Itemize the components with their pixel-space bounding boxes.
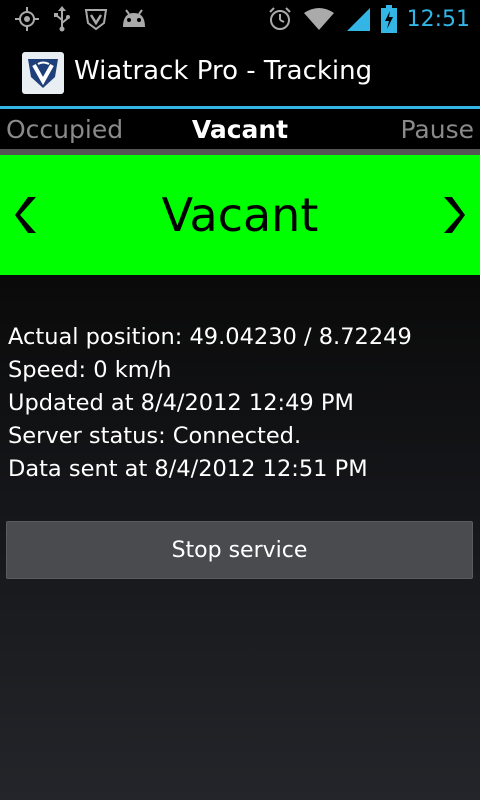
status-banner-label: Vacant	[161, 188, 319, 242]
status-bar: 12:51	[0, 0, 480, 38]
usb-icon	[52, 6, 72, 32]
action-bar: Wiatrack Pro - Tracking	[0, 38, 480, 107]
chevron-right-icon[interactable]	[438, 193, 468, 237]
tracking-info: Actual position: 49.04230 / 8.72249 Spee…	[8, 321, 412, 486]
android-debug-icon	[120, 7, 148, 31]
battery-charging-icon	[380, 5, 397, 33]
page-title: Wiatrack Pro - Tracking	[74, 56, 373, 86]
wiatrack-app-icon[interactable]	[22, 52, 64, 94]
signal-icon	[345, 6, 371, 32]
stop-service-button[interactable]: Stop service	[6, 521, 473, 579]
chevron-left-icon[interactable]	[12, 193, 42, 237]
updated-at-text: Updated at 8/4/2012 12:49 PM	[8, 390, 354, 416]
gps-icon	[14, 6, 40, 32]
tracking-content: Actual position: 49.04230 / 8.72249 Spee…	[0, 275, 480, 800]
wifi-icon	[303, 7, 335, 31]
wiatrack-notification-icon	[84, 7, 108, 31]
status-bar-system: 12:51	[267, 4, 470, 34]
tab-pause[interactable]: Pause	[400, 115, 474, 144]
status-banner: Vacant	[0, 155, 480, 275]
server-status-text: Server status: Connected.	[8, 423, 302, 449]
clock: 12:51	[406, 6, 470, 32]
alarm-icon	[267, 6, 293, 32]
speed-text: Speed: 0 km/h	[8, 357, 172, 383]
status-bar-notifications	[14, 6, 148, 32]
data-sent-text: Data sent at 8/4/2012 12:51 PM	[8, 456, 368, 482]
actual-position-text: Actual position: 49.04230 / 8.72249	[8, 324, 412, 350]
tab-occupied[interactable]: Occupied	[6, 115, 123, 144]
mode-tabs: Vacant Occupied Pause	[0, 109, 480, 149]
